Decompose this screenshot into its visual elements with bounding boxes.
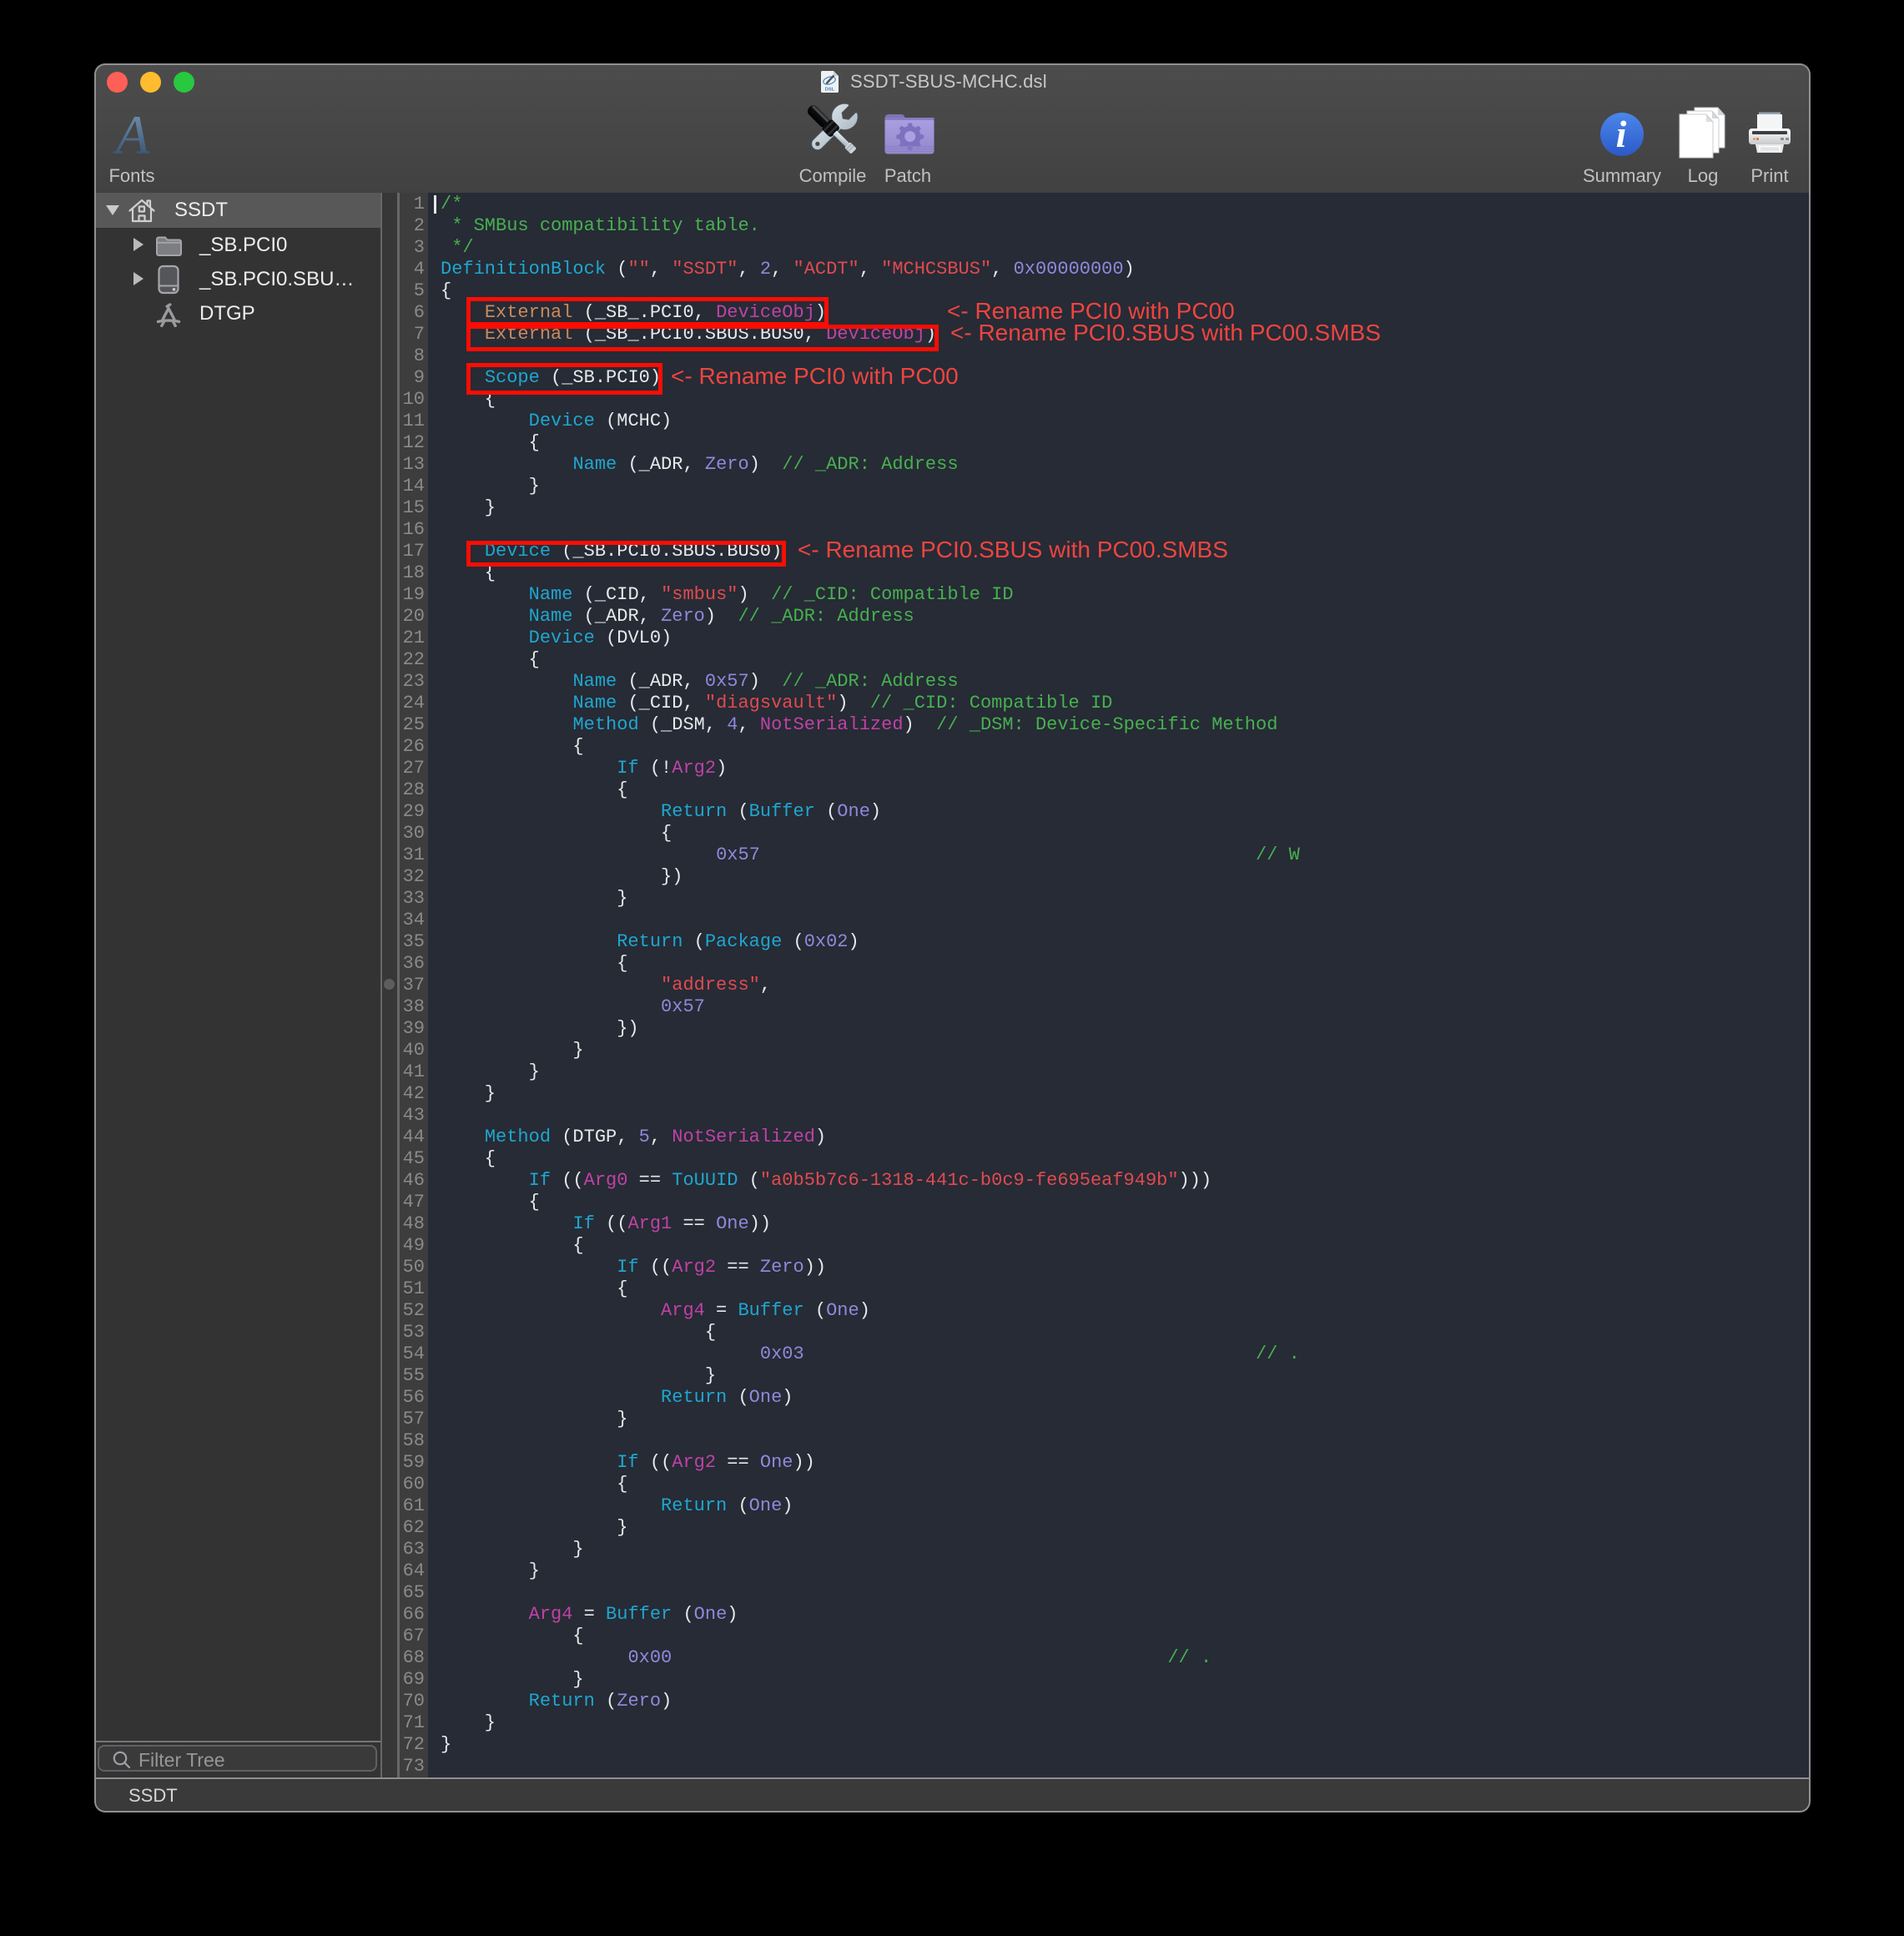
svg-text:DSL: DSL [825,88,835,93]
svg-text:A: A [113,105,150,166]
svg-text:i: i [1616,113,1627,155]
